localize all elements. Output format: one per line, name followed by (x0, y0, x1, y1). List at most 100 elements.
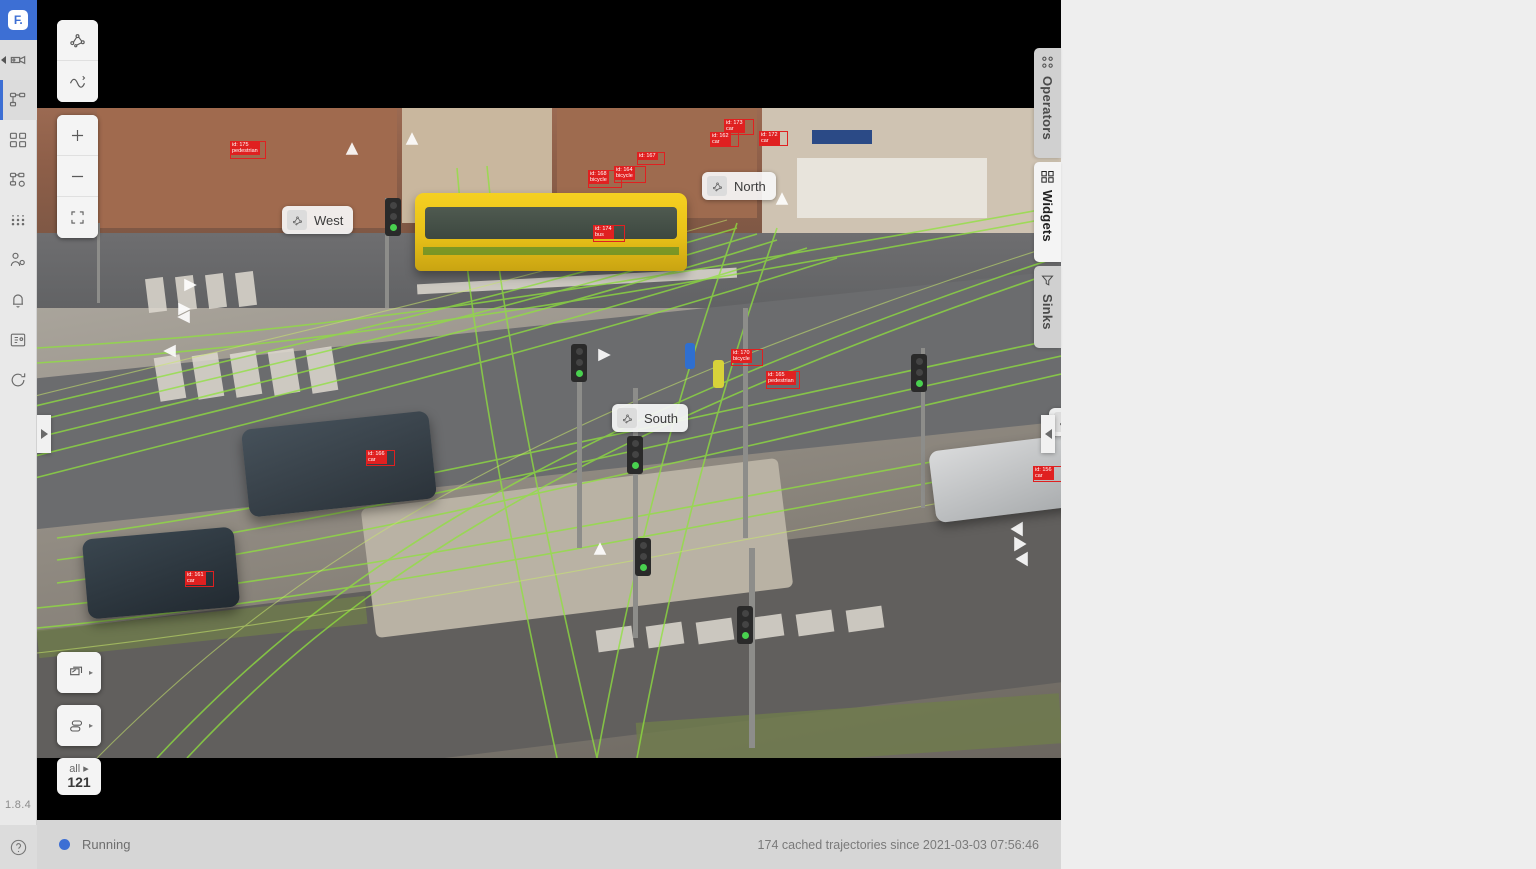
detection-box[interactable]: id: 161 car (185, 571, 214, 587)
status-state-label: Running (82, 837, 130, 852)
chip-west[interactable]: West (282, 206, 353, 234)
logo-badge: F. (8, 10, 28, 30)
traffic-light (385, 198, 401, 236)
tab-sinks-label: Sinks (1040, 294, 1055, 330)
funnel-icon (1040, 273, 1055, 288)
detection-box[interactable]: id: 156 car (1033, 466, 1061, 482)
node-graph-icon (67, 30, 88, 51)
video-zones-button-wrap: ▸ (57, 705, 101, 746)
detection-label: id: 172 car (759, 131, 780, 145)
scene-cyclist (713, 360, 724, 388)
dots-matrix-icon (8, 210, 28, 230)
plus-icon (68, 126, 87, 145)
sidebar-item-dashboards[interactable] (0, 120, 37, 160)
detection-box[interactable]: id: 174 bus (593, 225, 625, 242)
help-icon (9, 838, 28, 857)
detection-box[interactable]: id: 172 car (759, 131, 788, 146)
scene-pole (97, 223, 100, 303)
detection-label: id: 156 car (1033, 466, 1054, 480)
sidebar-item-refresh[interactable] (0, 360, 37, 400)
scene-pole (749, 548, 755, 748)
status-indicator-dot (59, 839, 70, 850)
help-button[interactable] (0, 825, 37, 869)
tab-operators[interactable]: Operators (1034, 48, 1061, 158)
sidebar-item-alerts[interactable] (0, 280, 37, 320)
detection-label: id: 166 car (366, 450, 387, 464)
detection-label: id: 175 pedestrian (230, 141, 260, 155)
sidebar-item-configuration[interactable] (0, 160, 37, 200)
detection-box[interactable]: id: 170 bicycle (731, 349, 763, 366)
app-logo[interactable]: F. (0, 0, 37, 40)
layers-icon (65, 663, 88, 683)
cameras-caret-icon (1, 56, 6, 64)
direction-chip-label: South (644, 411, 678, 426)
detection-box[interactable]: id: 167 (637, 152, 665, 165)
grid-icon (8, 130, 28, 150)
zones-icon (65, 716, 88, 736)
tab-sinks[interactable]: Sinks (1034, 266, 1061, 348)
detection-label: id: 162 car (710, 132, 731, 146)
zones-caret-icon: ▸ (89, 721, 93, 730)
video-layers-button[interactable]: ▸ (57, 652, 101, 693)
sidebar-item-users[interactable] (0, 240, 37, 280)
pipeline-icon (8, 90, 28, 110)
scene-car-2 (82, 527, 240, 620)
detection-box[interactable]: id: 164 bicycle (614, 166, 646, 183)
video-zoom-in-button[interactable] (57, 115, 98, 156)
direction-graph-icon (1054, 412, 1061, 432)
direction-chip-label: West (314, 213, 343, 228)
detection-box[interactable]: id: 175 pedestrian (230, 141, 266, 159)
camera-icon (8, 50, 28, 70)
graph-canvas[interactable]: [ val ] [ stat ] (1061, 0, 1536, 869)
direction-graph-icon (617, 408, 637, 428)
fullscreen-icon (68, 208, 87, 227)
chip-north[interactable]: North (702, 172, 776, 200)
traffic-light (911, 354, 927, 392)
detection-label: id: 168 bicycle (588, 170, 609, 184)
letterbox-top (37, 0, 1061, 108)
chevron-right-icon (41, 429, 48, 439)
right-panel-collapse-toggle[interactable] (1041, 415, 1055, 453)
sidebar-item-pipelines[interactable] (0, 80, 37, 120)
left-panel-expand-toggle[interactable] (37, 415, 51, 453)
chevron-left-icon (1045, 429, 1052, 439)
scene-bus (415, 193, 687, 271)
layers-caret-icon: ▸ (89, 668, 93, 677)
video-filter-button[interactable]: all ▸ 121 (57, 758, 101, 795)
traffic-light (737, 606, 753, 644)
detection-box[interactable]: id: 166 car (366, 450, 395, 466)
detection-label: id: 167 (637, 152, 658, 160)
bell-icon (8, 290, 28, 310)
trajectory-tool-button[interactable] (57, 20, 98, 61)
widgets-icon (1040, 169, 1055, 184)
video-filter-count: 121 (57, 775, 101, 790)
chip-south[interactable]: South (612, 404, 688, 432)
video-zoom-out-button[interactable] (57, 156, 98, 197)
tab-widgets-label: Widgets (1040, 190, 1055, 242)
users-icon (8, 250, 28, 270)
video-frame: id: 175 pedestrianid: 173 carid: 162 car… (37, 108, 1061, 758)
direction-chip-label: North (734, 179, 766, 194)
bus-windows (425, 207, 677, 239)
detection-label: id: 164 bicycle (614, 166, 635, 180)
sidebar-item-matrix[interactable] (0, 200, 37, 240)
video-fit-button[interactable] (57, 197, 98, 238)
traffic-light (635, 538, 651, 576)
detection-box[interactable]: id: 162 car (710, 132, 739, 147)
detection-box[interactable]: id: 165 pedestrian (766, 371, 800, 389)
minus-icon (68, 167, 87, 186)
video-zones-button[interactable]: ▸ (57, 705, 101, 746)
flow-tool-button[interactable] (57, 61, 98, 102)
bus-stripe (423, 247, 679, 255)
sidebar-item-cameras[interactable] (0, 40, 37, 80)
video-viewport[interactable]: id: 175 pedestrianid: 173 carid: 162 car… (37, 0, 1061, 820)
tab-widgets[interactable]: Widgets (1034, 162, 1061, 262)
report-icon (8, 330, 28, 350)
scene-pole (743, 308, 748, 538)
direction-graph-icon (707, 176, 727, 196)
detection-label: id: 165 pedestrian (766, 371, 796, 385)
version-label: 1.8.4 (5, 799, 31, 825)
direction-graph-icon (287, 210, 307, 230)
config-gear-icon (8, 170, 28, 190)
sidebar-item-reports[interactable] (0, 320, 37, 360)
